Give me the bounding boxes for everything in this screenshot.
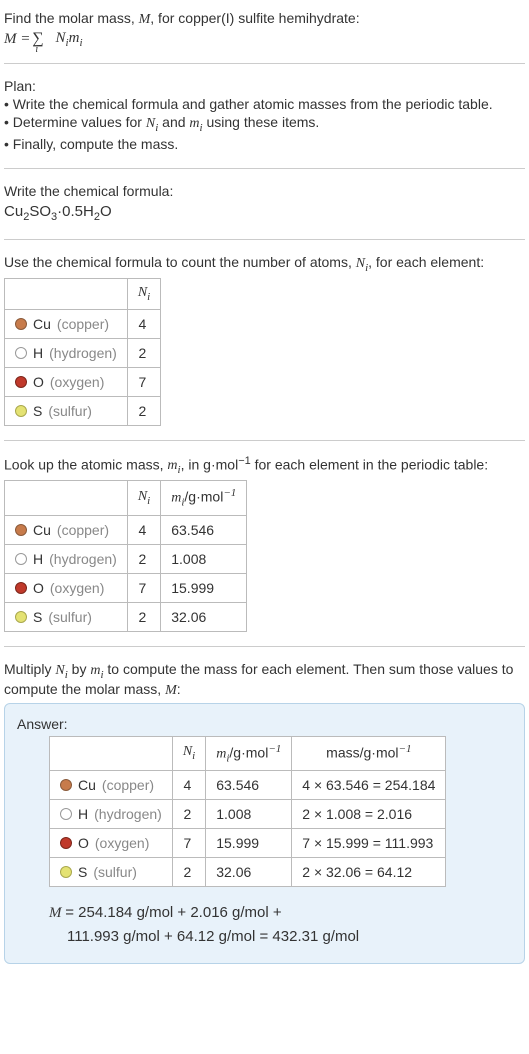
table-row: O (oxygen) 7 <box>5 367 161 396</box>
sum-index: i <box>35 44 38 55</box>
table-row: H (hydrogen) 2 1.008 2 × 1.008 = 2.016 <box>50 799 446 828</box>
plan-section: Plan: • Write the chemical formula and g… <box>4 72 525 164</box>
intro-line: Find the molar mass, M, for copper(I) su… <box>4 10 525 28</box>
plan-bullet-2: • Determine values for Ni and mi using t… <box>4 114 525 134</box>
chemical-formula: Cu2SO3·0.5H2O <box>4 201 525 225</box>
table-row: O (oxygen) 7 15.999 <box>5 573 247 602</box>
table-row: Cu (copper) 4 63.546 <box>5 515 247 544</box>
table-header-row: Ni mi/g·mol−1 <box>5 481 247 515</box>
col-mi: mi/g·mol−1 <box>161 481 247 515</box>
col-ni: Ni <box>172 736 205 770</box>
atomic-mass-table: Ni mi/g·mol−1 Cu (copper) 4 63.546 H (hy… <box>4 480 247 631</box>
col-ni: Ni <box>127 481 160 515</box>
element-dot-icon <box>60 866 72 878</box>
molar-mass-equation: M = ∑i Nimi <box>4 30 525 49</box>
ni-value: 2 <box>127 338 160 367</box>
table-row: S (sulfur) 2 32.06 2 × 32.06 = 64.12 <box>50 857 446 886</box>
element-dot-icon <box>60 808 72 820</box>
element-dot-icon <box>15 347 27 359</box>
element-dot-icon <box>15 524 27 536</box>
plan-heading: Plan: <box>4 78 525 94</box>
element-dot-icon <box>15 318 27 330</box>
answer-box: Answer: Ni mi/g·mol−1 mass/g·mol−1 Cu (c… <box>4 703 525 964</box>
table-header-row: Ni mi/g·mol−1 mass/g·mol−1 <box>50 736 446 770</box>
table-row: H (hydrogen) 2 <box>5 338 161 367</box>
element-dot-icon <box>15 553 27 565</box>
divider <box>4 63 525 64</box>
table-row: Cu (copper) 4 <box>5 309 161 338</box>
answer-heading: Answer: <box>17 716 512 732</box>
table-row: S (sulfur) 2 <box>5 396 161 425</box>
ni-value: 4 <box>127 309 160 338</box>
table-row: S (sulfur) 2 32.06 <box>5 602 247 631</box>
col-ni: Ni <box>127 279 160 310</box>
plan-bullet-1: • Write the chemical formula and gather … <box>4 96 525 112</box>
table-header-row: Ni <box>5 279 161 310</box>
lookup-section: Look up the atomic mass, mi, in g·mol−1 … <box>4 449 525 642</box>
multiply-section: Multiply Ni by mi to compute the mass fo… <box>4 655 525 974</box>
atom-count-table: Ni Cu (copper) 4 H (hydrogen) 2 O (oxyge… <box>4 278 161 426</box>
ni-value: 2 <box>127 396 160 425</box>
write-formula-section: Write the chemical formula: Cu2SO3·0.5H2… <box>4 177 525 235</box>
divider <box>4 440 525 441</box>
col-mi: mi/g·mol−1 <box>206 736 292 770</box>
divider <box>4 168 525 169</box>
element-dot-icon <box>60 779 72 791</box>
table-row: Cu (copper) 4 63.546 4 × 63.546 = 254.18… <box>50 770 446 799</box>
count-intro: Use the chemical formula to count the nu… <box>4 254 525 274</box>
element-dot-icon <box>15 611 27 623</box>
table-row: O (oxygen) 7 15.999 7 × 15.999 = 111.993 <box>50 828 446 857</box>
element-dot-icon <box>15 376 27 388</box>
multiply-intro: Multiply Ni by mi to compute the mass fo… <box>4 661 525 699</box>
element-dot-icon <box>15 405 27 417</box>
table-row: H (hydrogen) 2 1.008 <box>5 544 247 573</box>
count-atoms-section: Use the chemical formula to count the nu… <box>4 248 525 436</box>
divider <box>4 239 525 240</box>
element-dot-icon <box>60 837 72 849</box>
lookup-intro: Look up the atomic mass, mi, in g·mol−1 … <box>4 455 525 476</box>
answer-table: Ni mi/g·mol−1 mass/g·mol−1 Cu (copper) 4… <box>49 736 446 887</box>
ni-value: 7 <box>127 367 160 396</box>
element-dot-icon <box>15 582 27 594</box>
intro-text: Find the molar mass, M, for copper(I) su… <box>4 10 360 26</box>
col-mass: mass/g·mol−1 <box>292 736 446 770</box>
molar-mass-sum: M = 254.184 g/mol + 2.016 g/mol + 111.99… <box>49 901 512 949</box>
intro-section: Find the molar mass, M, for copper(I) su… <box>4 4 525 59</box>
plan-bullet-3: • Finally, compute the mass. <box>4 136 525 152</box>
divider <box>4 646 525 647</box>
write-formula-heading: Write the chemical formula: <box>4 183 525 199</box>
